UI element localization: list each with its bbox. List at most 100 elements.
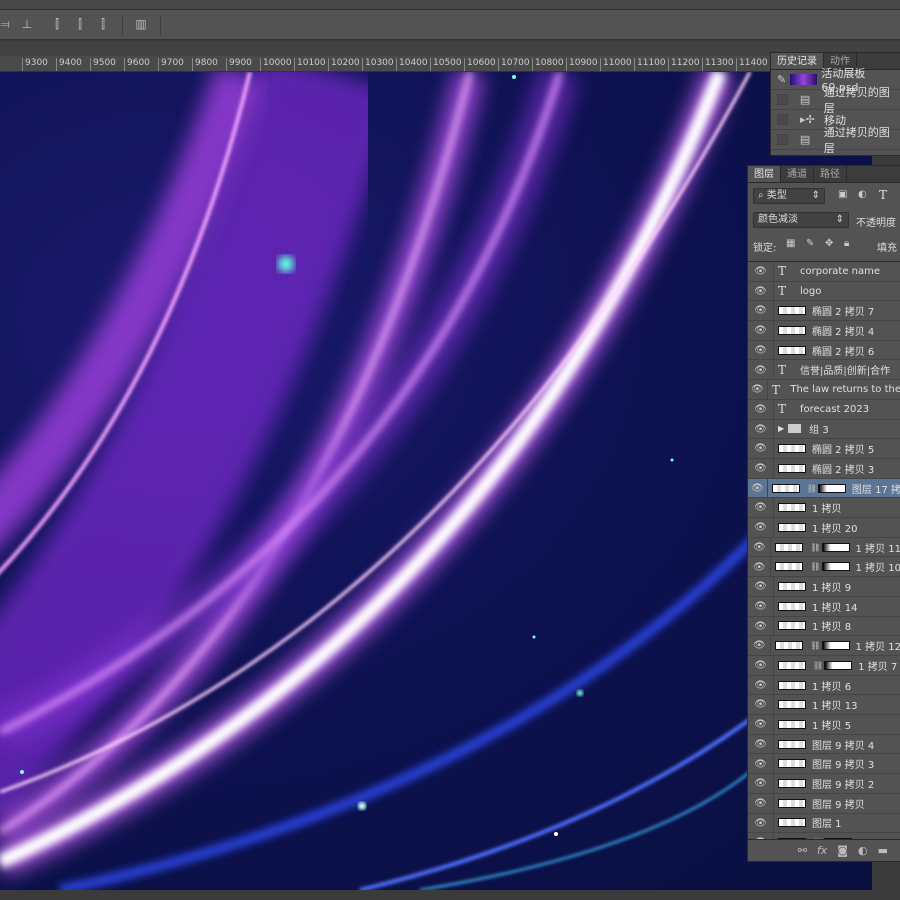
layer-row[interactable]: 👁︎ Tforecast 2023 — [748, 399, 900, 420]
layer-row[interactable]: 👁︎ T 信誉|品质|创新|合作 — [748, 360, 900, 381]
visibility-eye-icon[interactable]: 👁︎ — [748, 262, 774, 281]
adjustment-filter-icon[interactable]: ◐ — [858, 189, 867, 200]
lock-transparency-icon[interactable]: ▦ — [786, 238, 795, 249]
mask-link-icon[interactable]: ⛓ — [810, 562, 820, 571]
layer-row[interactable]: 👁︎ T The law returns to the — [748, 380, 900, 400]
layer-row[interactable]: 👁︎ 图层 1 — [748, 813, 900, 834]
history-checkbox[interactable] — [777, 94, 788, 105]
layer-row[interactable]: 👁︎ 图层 9 拷贝 — [748, 793, 900, 814]
history-checkbox[interactable] — [777, 114, 788, 125]
lock-position-icon[interactable]: ✥ — [825, 238, 833, 249]
visibility-eye-icon[interactable]: 👁︎ — [748, 774, 774, 793]
history-item[interactable]: ▤ 通过拷贝的图层 — [771, 86, 900, 115]
tab-channels[interactable]: 通道 — [781, 166, 814, 182]
visibility-eye-icon[interactable]: 👁︎ — [748, 695, 774, 715]
layer-row[interactable]: 👁︎ 1 拷贝 20 — [748, 518, 900, 538]
link-icon[interactable]: ⚯ — [798, 844, 807, 861]
layer-row[interactable]: 👁︎ 椭圆 2 拷贝 4 — [748, 321, 900, 341]
layer-mask-thumbnail[interactable] — [821, 542, 850, 552]
visibility-eye-icon[interactable]: 👁︎ — [748, 675, 774, 695]
new-group-icon[interactable]: ▬ — [878, 844, 888, 861]
lock-all-icon[interactable]: 🔒︎ — [844, 238, 849, 249]
visibility-eye-icon[interactable]: 👁︎ — [748, 281, 774, 301]
layer-row[interactable]: 👁︎ 1 拷贝 13 — [748, 695, 900, 716]
layer-mask-thumbnail[interactable] — [824, 660, 853, 670]
visibility-eye-icon[interactable]: 👁︎ — [748, 656, 774, 675]
distribute-left-icon[interactable]: ⫿ — [50, 17, 64, 31]
tab-history[interactable]: 历史记录 — [771, 53, 824, 69]
layer-row[interactable]: 👁︎ 1 拷贝 9 — [748, 577, 900, 597]
layer-row[interactable]: 👁︎ 椭圆 2 拷贝 5 — [748, 439, 900, 459]
visibility-eye-icon[interactable]: 👁︎ — [748, 498, 774, 518]
visibility-eye-icon[interactable]: 👁︎ — [748, 754, 774, 774]
visibility-eye-icon[interactable]: 👁︎ — [748, 793, 774, 813]
image-filter-icon[interactable]: ▣ — [838, 189, 847, 200]
visibility-eye-icon[interactable]: 👁︎ — [748, 478, 768, 498]
tab-layers[interactable]: 图层 — [748, 166, 781, 182]
layer-row[interactable]: 👁︎ ⛓ 1 拷贝 10 — [748, 557, 900, 578]
layer-row[interactable]: 👁︎ 图层 9 拷贝 3 — [748, 754, 900, 775]
history-checkbox[interactable] — [777, 134, 788, 145]
layer-mask-thumbnail[interactable] — [821, 641, 850, 651]
visibility-eye-icon[interactable]: 👁︎ — [748, 321, 774, 340]
tab-paths[interactable]: 路径 — [814, 166, 847, 182]
visibility-eye-icon[interactable]: 👁︎ — [748, 596, 774, 616]
layer-mask-thumbnail[interactable] — [817, 483, 846, 493]
layer-row[interactable]: 👁︎ 图层 9 拷贝 2 — [748, 774, 900, 794]
visibility-eye-icon[interactable]: 👁︎ — [748, 616, 774, 636]
canvas[interactable] — [0, 72, 872, 890]
visibility-eye-icon[interactable]: 👁︎ — [748, 734, 774, 754]
layer-row[interactable]: 👁︎ 1 拷贝 8 — [748, 616, 900, 637]
layer-row[interactable]: 👁︎ 椭圆 2 拷贝 3 — [748, 459, 900, 479]
layer-mask-thumbnail[interactable] — [821, 562, 850, 572]
layer-row[interactable]: 👁︎ 1 拷贝 5 — [748, 715, 900, 735]
mask-link-icon[interactable]: ⛓ — [810, 543, 820, 552]
layer-row[interactable]: 👁︎ 椭圆 2 拷贝 6 — [748, 340, 900, 361]
fx-icon[interactable]: fx — [817, 844, 827, 861]
visibility-eye-icon[interactable]: 👁︎ — [748, 715, 774, 734]
visibility-eye-icon[interactable]: 👁︎ — [748, 380, 768, 399]
visibility-eye-icon[interactable]: 👁︎ — [748, 360, 774, 380]
auto-align-icon[interactable]: ▥ — [134, 17, 148, 31]
visibility-eye-icon[interactable]: 👁︎ — [748, 557, 772, 577]
layer-row[interactable]: 👁︎ ⛓ 1 拷贝 12 — [748, 636, 900, 656]
layer-row[interactable]: 👁︎ 1 拷贝 14 — [748, 596, 900, 617]
align-left-icon[interactable]: ⫤ — [0, 17, 12, 31]
layer-row[interactable]: 👁︎ Tlogo — [748, 281, 900, 302]
lock-pixels-icon[interactable]: ✎ — [806, 238, 814, 249]
text-filter-icon[interactable]: T — [879, 188, 887, 202]
horizontal-ruler[interactable]: 9300 9400 9500 9600 9700 9800 9900 10000 10100 10… — [0, 56, 770, 72]
add-mask-icon[interactable]: ◙ — [837, 844, 848, 861]
visibility-eye-icon[interactable]: 👁︎ — [748, 577, 774, 596]
mask-link-icon[interactable]: ⛓ — [807, 484, 817, 493]
visibility-eye-icon[interactable]: 👁︎ — [748, 518, 774, 537]
visibility-eye-icon[interactable]: 👁︎ — [748, 636, 772, 655]
layer-row[interactable]: 👁︎ 椭圆 2 拷贝 7 — [748, 301, 900, 322]
layer-row[interactable]: 👁︎ ⛓ 1 拷贝 7 — [748, 656, 900, 676]
layer-row[interactable]: 👁︎ ⛓ 1 拷贝 11 — [748, 537, 900, 558]
blend-mode-select[interactable]: 颜色减淡 ⇕ — [753, 212, 849, 228]
layer-row[interactable]: 👁︎ 1 拷贝 — [748, 498, 900, 519]
layer-row[interactable]: 👁︎ Tcorporate name — [748, 262, 900, 282]
visibility-eye-icon[interactable]: 👁︎ — [748, 459, 774, 478]
distribute-center-icon[interactable]: ⫿ — [73, 17, 87, 31]
layer-row[interactable]: 👁︎ ⛓ 图层 17 拷 — [748, 478, 900, 499]
align-bottom-icon[interactable]: ⊥ — [20, 17, 34, 31]
layer-filter-select[interactable]: ⌕ 类型 ⇕ — [753, 188, 825, 204]
distribute-right-icon[interactable]: ⫿ — [96, 17, 110, 31]
layer-row[interactable]: 👁︎ 1 拷贝 6 — [748, 675, 900, 696]
layer-row[interactable]: 👁︎ ▶ 组 3 — [748, 419, 900, 440]
visibility-eye-icon[interactable]: 👁︎ — [748, 399, 774, 419]
visibility-eye-icon[interactable]: 👁︎ — [748, 813, 774, 833]
adjustment-icon[interactable]: ◐ — [858, 844, 868, 861]
mask-link-icon[interactable]: ⛓ — [810, 641, 820, 650]
visibility-eye-icon[interactable]: 👁︎ — [748, 439, 774, 458]
mask-link-icon[interactable]: ⛓ — [813, 661, 823, 670]
history-item[interactable]: ▤ 通过拷贝的图层 — [771, 126, 900, 155]
expand-arrow-icon[interactable]: ▶ — [778, 424, 784, 433]
visibility-eye-icon[interactable]: 👁︎ — [748, 419, 774, 439]
visibility-eye-icon[interactable]: 👁︎ — [748, 340, 774, 360]
visibility-eye-icon[interactable]: 👁︎ — [748, 301, 774, 321]
layer-row[interactable]: 👁︎ 图层 9 拷贝 4 — [748, 734, 900, 755]
visibility-eye-icon[interactable]: 👁︎ — [748, 537, 772, 557]
